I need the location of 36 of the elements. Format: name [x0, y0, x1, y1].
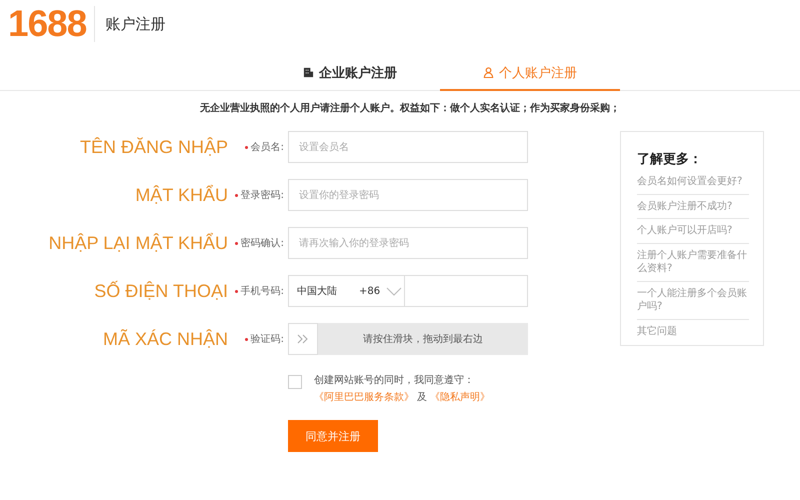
- help-link[interactable]: 个人账户可以开店吗?: [637, 219, 749, 244]
- privacy-link[interactable]: 《隐私声明》: [430, 390, 490, 404]
- field-label: 验证码:: [250, 333, 284, 346]
- help-link[interactable]: 其它问题: [637, 320, 749, 343]
- person-icon: [483, 67, 494, 78]
- logo[interactable]: 1688: [8, 6, 96, 42]
- field-label: 登录密码:: [240, 188, 284, 202]
- input-field[interactable]: 设置你的登录密码: [288, 179, 528, 211]
- notice-text: 无企业营业执照的个人用户请注册个人账户。权益如下：做个人实名认证；作为买家身份采购；: [199, 101, 621, 115]
- tab[interactable]: 个人账户注册: [440, 56, 620, 91]
- double-chevron-icon: [297, 334, 309, 344]
- building-icon: [303, 67, 314, 78]
- annotation-label: TÊN ĐĂNG NHẬP: [78, 136, 228, 158]
- annotation-label: MẬT KHẨU: [134, 184, 228, 206]
- help-link[interactable]: 会员账户注册不成功?: [637, 194, 749, 219]
- tab[interactable]: 企业账户注册: [260, 56, 440, 91]
- annotation-label: SỐ ĐIỆN THOẠI: [93, 280, 228, 302]
- annotation-label: MÃ XÁC NHẬN: [102, 328, 228, 350]
- joiner-text: 及: [417, 391, 427, 404]
- terms-link[interactable]: 《阿里巴巴服务条款》: [314, 390, 414, 404]
- field-label: 手机号码:: [240, 284, 284, 298]
- input-field[interactable]: 请再次输入你的登录密码: [288, 227, 528, 259]
- field-label: 会员名:: [250, 141, 284, 154]
- annotation-label: NHẬP LẠI MẬT KHẨU: [48, 232, 228, 254]
- field-label: 密码确认:: [240, 236, 284, 250]
- help-title: 了解更多：: [637, 151, 703, 168]
- help-link[interactable]: 一个人能注册多个会员账户吗?: [637, 282, 749, 320]
- slider-handle[interactable]: [288, 323, 318, 355]
- page-title: 账户注册: [105, 14, 166, 34]
- input-field[interactable]: 设置会员名: [288, 131, 528, 163]
- help-link[interactable]: 会员名如何设置会更好?: [637, 170, 749, 194]
- checkbox[interactable]: [288, 375, 302, 389]
- help-link[interactable]: 注册个人账户需要准备什么资料?: [637, 244, 749, 282]
- slider-hint: 请按住滑块，拖动到最右边: [362, 332, 484, 346]
- register-button[interactable]: 同意并注册: [288, 420, 378, 452]
- agreement-text: 创建网站账号的同时，我同意遵守：: [314, 374, 475, 387]
